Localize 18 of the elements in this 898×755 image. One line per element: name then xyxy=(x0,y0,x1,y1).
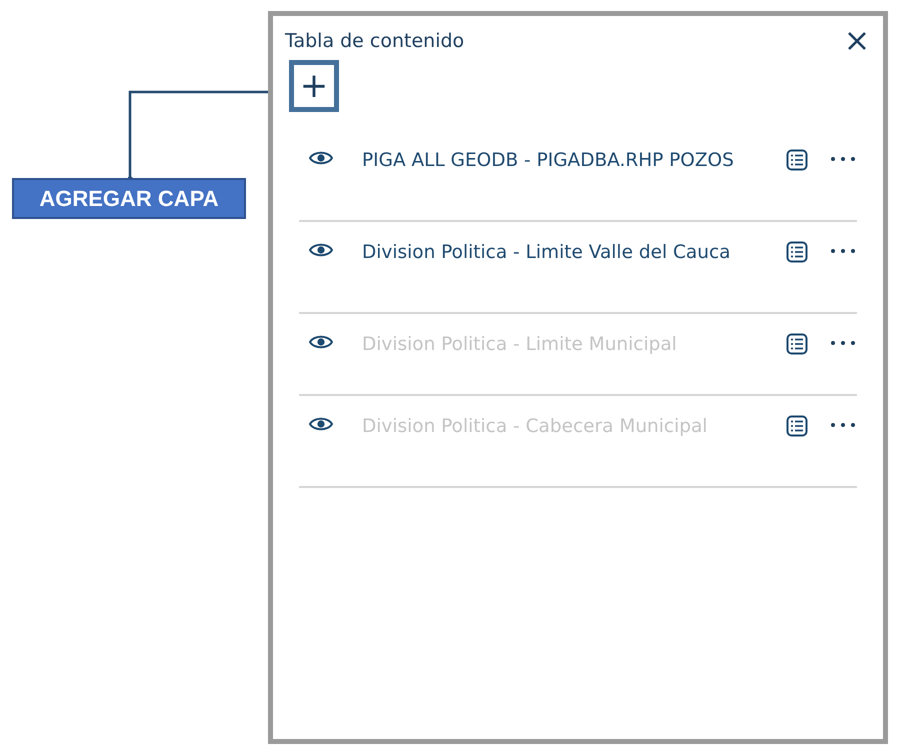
list-icon[interactable] xyxy=(786,149,808,171)
eye-icon[interactable] xyxy=(309,150,333,166)
layer-name[interactable]: PIGA ALL GEODB - PIGADBA.RHP POZOS xyxy=(362,146,752,176)
eye-icon[interactable] xyxy=(309,416,333,432)
layer-name[interactable]: Division Politica - Limite Valle del Cauca xyxy=(362,238,752,268)
more-icon[interactable] xyxy=(830,248,856,254)
list-icon[interactable] xyxy=(786,333,808,355)
more-icon[interactable] xyxy=(830,340,856,346)
add-button[interactable]: + xyxy=(289,60,339,112)
eye-icon[interactable] xyxy=(309,334,333,350)
close-icon[interactable] xyxy=(847,31,867,51)
more-icon[interactable] xyxy=(830,156,856,162)
list-icon[interactable] xyxy=(786,241,808,263)
eye-icon[interactable] xyxy=(309,242,333,258)
panel-title: Tabla de contenido xyxy=(285,30,464,52)
list-icon[interactable] xyxy=(786,415,808,437)
callout-label: AGREGAR CAPA xyxy=(12,178,246,219)
more-icon[interactable] xyxy=(830,422,856,428)
